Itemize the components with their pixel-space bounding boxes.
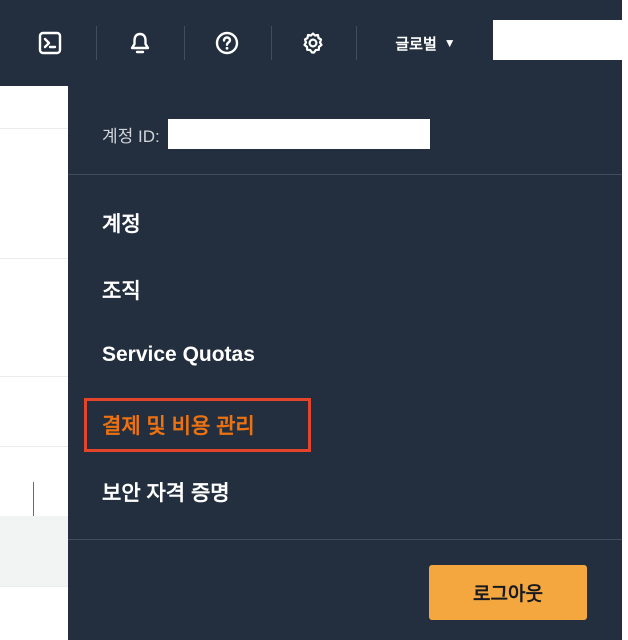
caret-down-icon: ▼ (443, 36, 456, 50)
highlight-annotation (84, 398, 311, 452)
cloudshell-button[interactable] (30, 22, 70, 64)
row-divider (0, 446, 68, 447)
shaded-row (0, 516, 68, 586)
account-menu-button[interactable] (493, 20, 622, 60)
menu-item-organizations[interactable]: 조직 (102, 275, 141, 305)
menu-item-account[interactable]: 계정 (102, 208, 141, 238)
help-icon (215, 31, 239, 55)
menu-divider (68, 539, 622, 540)
region-label: 글로벌 (395, 35, 437, 53)
account-id-redacted (167, 119, 430, 149)
row-divider (0, 128, 68, 129)
row-divider (0, 376, 68, 377)
logout-button[interactable]: 로그아웃 (429, 565, 587, 620)
menu-item-service-quotas[interactable]: Service Quotas (102, 343, 255, 367)
gear-icon (301, 31, 325, 55)
menu-divider (68, 174, 622, 175)
account-id-label: 계정 ID: (102, 126, 160, 146)
top-navigation-bar: 글로벌 ▼ (0, 0, 622, 86)
account-id-row: 계정 ID: (102, 119, 430, 149)
account-dropdown-menu: 계정 ID: 계정 조직 Service Quotas 결제 및 비용 관리 보… (68, 86, 622, 640)
background-page (0, 86, 68, 640)
nav-separator (184, 26, 185, 60)
row-divider (0, 258, 68, 259)
nav-separator (356, 26, 357, 60)
cloudshell-icon (38, 31, 62, 55)
region-selector[interactable]: 글로벌 ▼ (383, 22, 468, 64)
help-button[interactable] (207, 22, 247, 64)
bell-icon (128, 31, 152, 55)
settings-button[interactable] (293, 22, 333, 64)
text-cursor (33, 482, 34, 518)
notifications-button[interactable] (120, 22, 160, 64)
nav-separator (271, 26, 272, 60)
row-divider (0, 586, 68, 587)
nav-separator (96, 26, 97, 60)
menu-item-security-credentials[interactable]: 보안 자격 증명 (102, 477, 230, 507)
